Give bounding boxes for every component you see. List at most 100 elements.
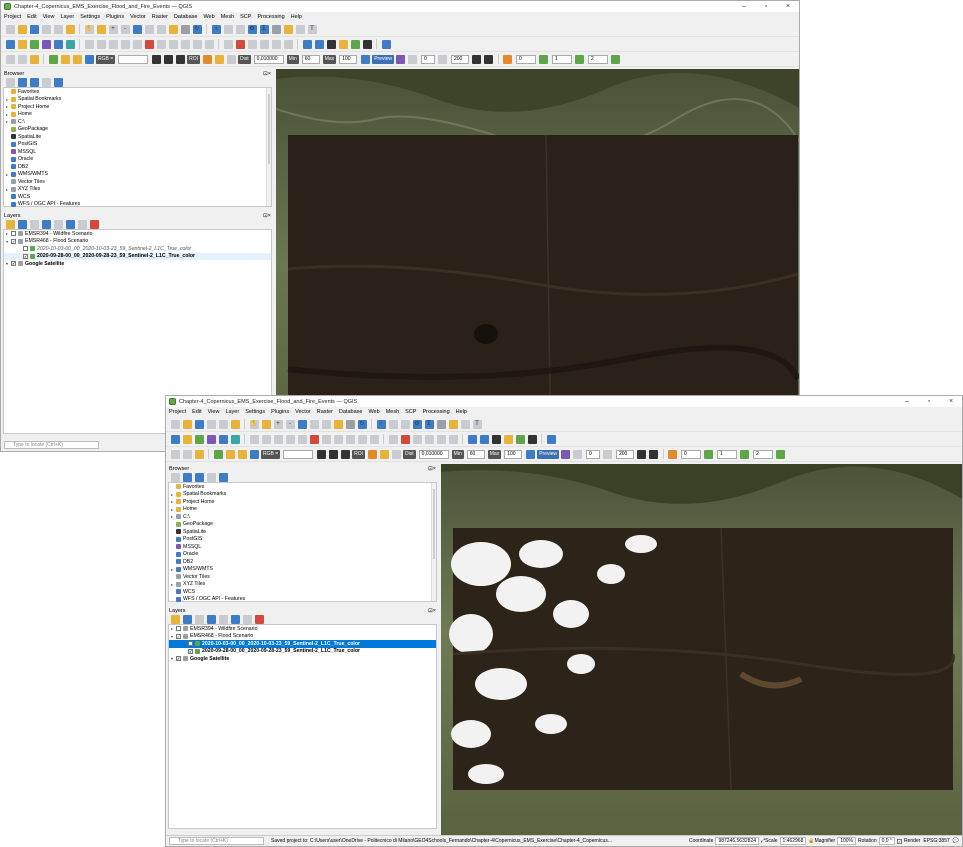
band-color-icon[interactable] xyxy=(668,449,678,459)
layer-item[interactable]: ▾ ✓ EMSR468 - Flood Scenario xyxy=(169,633,436,641)
layer-item[interactable]: ✓ 2020-10-03-00_00_2020-10-03-23_59_Senti… xyxy=(169,640,436,648)
scp-band-set-icon[interactable] xyxy=(302,39,312,49)
pan-icon[interactable]: ✋ xyxy=(249,419,259,429)
quickmap-icon[interactable] xyxy=(362,39,372,49)
remove-layer-icon[interactable] xyxy=(89,220,99,229)
menu-help[interactable]: Help xyxy=(288,14,305,20)
crs-label[interactable]: EPSG:3857 xyxy=(920,838,952,844)
zoom-out-icon[interactable]: - xyxy=(285,419,295,429)
scp-zoom-input-icon[interactable] xyxy=(84,54,94,64)
browser-item[interactable]: WFS / OGC API - Features xyxy=(169,596,436,604)
data-source-manager-icon[interactable] xyxy=(5,39,15,49)
scp-dock-icon[interactable] xyxy=(381,39,391,49)
menu-web[interactable]: Web xyxy=(200,14,217,20)
roi-add-icon[interactable] xyxy=(214,54,224,64)
cut-icon[interactable] xyxy=(321,434,331,444)
label-tool-icon[interactable] xyxy=(388,434,398,444)
transparency-field[interactable]: 0 xyxy=(585,449,600,459)
band-next-icon-2[interactable] xyxy=(740,449,750,459)
browser-item[interactable]: DB2 xyxy=(4,163,271,171)
browser-refresh-icon[interactable] xyxy=(182,473,192,482)
add-group-icon[interactable] xyxy=(17,220,27,229)
zoom-last-icon[interactable] xyxy=(333,419,343,429)
style-manager-icon[interactable] xyxy=(230,419,240,429)
coordinate-field[interactable]: 987246,5632824 xyxy=(715,837,759,845)
roi-redo-icon[interactable] xyxy=(226,54,236,64)
style-icon[interactable] xyxy=(5,220,15,229)
add-group-icon[interactable] xyxy=(182,615,192,624)
add-wms-icon[interactable] xyxy=(218,434,228,444)
save-edits-icon[interactable] xyxy=(108,39,118,49)
rgb-combo[interactable] xyxy=(118,54,149,64)
menu-database[interactable]: Database xyxy=(171,14,201,20)
statistics-icon[interactable]: Σ xyxy=(424,419,434,429)
globe-icon[interactable] xyxy=(515,434,525,444)
open-project-icon[interactable] xyxy=(17,24,27,34)
band-field-2[interactable]: 2 xyxy=(752,449,773,459)
roi-label[interactable]: ROI xyxy=(187,54,201,64)
band-color-icon[interactable] xyxy=(503,54,513,64)
add-wms-icon[interactable] xyxy=(53,39,63,49)
field-calculator-icon[interactable] xyxy=(235,24,245,34)
band-field-1[interactable]: 1 xyxy=(716,449,737,459)
expand-all-icon[interactable] xyxy=(230,615,240,624)
preview-zoom-icon[interactable] xyxy=(360,54,370,64)
new-map-view-icon[interactable] xyxy=(345,419,355,429)
scp-band-set-icon[interactable] xyxy=(467,434,477,444)
edit-pencil-icon[interactable] xyxy=(261,434,271,444)
browser-scrollbar[interactable] xyxy=(266,88,271,206)
collapse-layers-icon[interactable] xyxy=(77,220,87,229)
min-field[interactable]: 60 xyxy=(466,449,485,459)
browser-item[interactable]: Favorites xyxy=(169,483,436,491)
rotation-field[interactable]: 0,0 ° xyxy=(878,837,895,845)
locator-search[interactable]: Type to locate (Ctrl+K) xyxy=(169,837,264,845)
add-selected-icon[interactable] xyxy=(5,78,15,87)
save-project-icon[interactable] xyxy=(194,419,204,429)
magnifier-field[interactable]: 100% xyxy=(837,837,856,845)
layer-visibility-checkbox[interactable]: ✓ xyxy=(176,633,181,639)
browser-item[interactable]: GeoPackage xyxy=(4,126,271,134)
paste-icon[interactable] xyxy=(180,39,190,49)
filter-legend-icon[interactable] xyxy=(206,615,216,624)
panel-close-icon[interactable]: ⊡× xyxy=(263,71,271,77)
menu-edit[interactable]: Edit xyxy=(189,409,204,415)
refresh-icon[interactable]: ↻ xyxy=(192,24,202,34)
refresh-icon[interactable]: ↻ xyxy=(357,419,367,429)
layer-visibility-checkbox[interactable]: ✓ xyxy=(11,261,16,267)
paste-icon[interactable] xyxy=(345,434,355,444)
menu-layer[interactable]: Layer xyxy=(57,14,77,20)
band-next-icon-1[interactable] xyxy=(704,449,714,459)
zoom-full-icon[interactable] xyxy=(132,24,142,34)
browser-item[interactable]: WCS xyxy=(169,588,436,596)
browser-item[interactable]: ▸ Home xyxy=(169,506,436,514)
undo-icon[interactable] xyxy=(192,39,202,49)
measure-icon[interactable] xyxy=(436,419,446,429)
label-rotate-icon[interactable] xyxy=(271,39,281,49)
layer-visibility-checkbox[interactable] xyxy=(23,246,28,252)
expand-all-icon[interactable] xyxy=(65,220,75,229)
menu-mesh[interactable]: Mesh xyxy=(383,409,402,415)
preview-button[interactable]: Preview xyxy=(372,54,394,64)
layer-item[interactable]: ▸ EMSR394 - Wildfire Scenario xyxy=(4,230,271,238)
layer-item[interactable]: ▸ EMSR394 - Wildfire Scenario xyxy=(169,625,436,633)
style-icon[interactable] xyxy=(170,615,180,624)
filter-icon[interactable] xyxy=(194,473,204,482)
layers-close-icon[interactable]: ⊡× xyxy=(263,213,271,219)
label-move-icon[interactable] xyxy=(259,39,269,49)
scp-roi-icon[interactable] xyxy=(314,39,324,49)
filter-legend-icon[interactable] xyxy=(41,220,51,229)
scp-pencil-icon[interactable] xyxy=(225,449,235,459)
menu-scp[interactable]: SCP xyxy=(402,409,419,415)
kernel-icon[interactable] xyxy=(649,449,659,459)
scp-zoom-input-icon[interactable] xyxy=(249,449,259,459)
menu-raster[interactable]: Raster xyxy=(314,409,336,415)
select-icon[interactable] xyxy=(5,54,15,64)
browser-item[interactable]: WCS xyxy=(4,193,271,201)
delete-selected-icon[interactable] xyxy=(144,39,154,49)
menu-help[interactable]: Help xyxy=(453,409,470,415)
collapse-all-icon[interactable] xyxy=(206,473,216,482)
browser-item[interactable]: ▸ C:\ xyxy=(4,118,271,126)
locator-search[interactable]: Type to locate (Ctrl+K) xyxy=(4,441,99,449)
band-next-icon-2[interactable] xyxy=(575,54,585,64)
layer-visibility-checkbox[interactable]: ✓ xyxy=(23,253,28,259)
